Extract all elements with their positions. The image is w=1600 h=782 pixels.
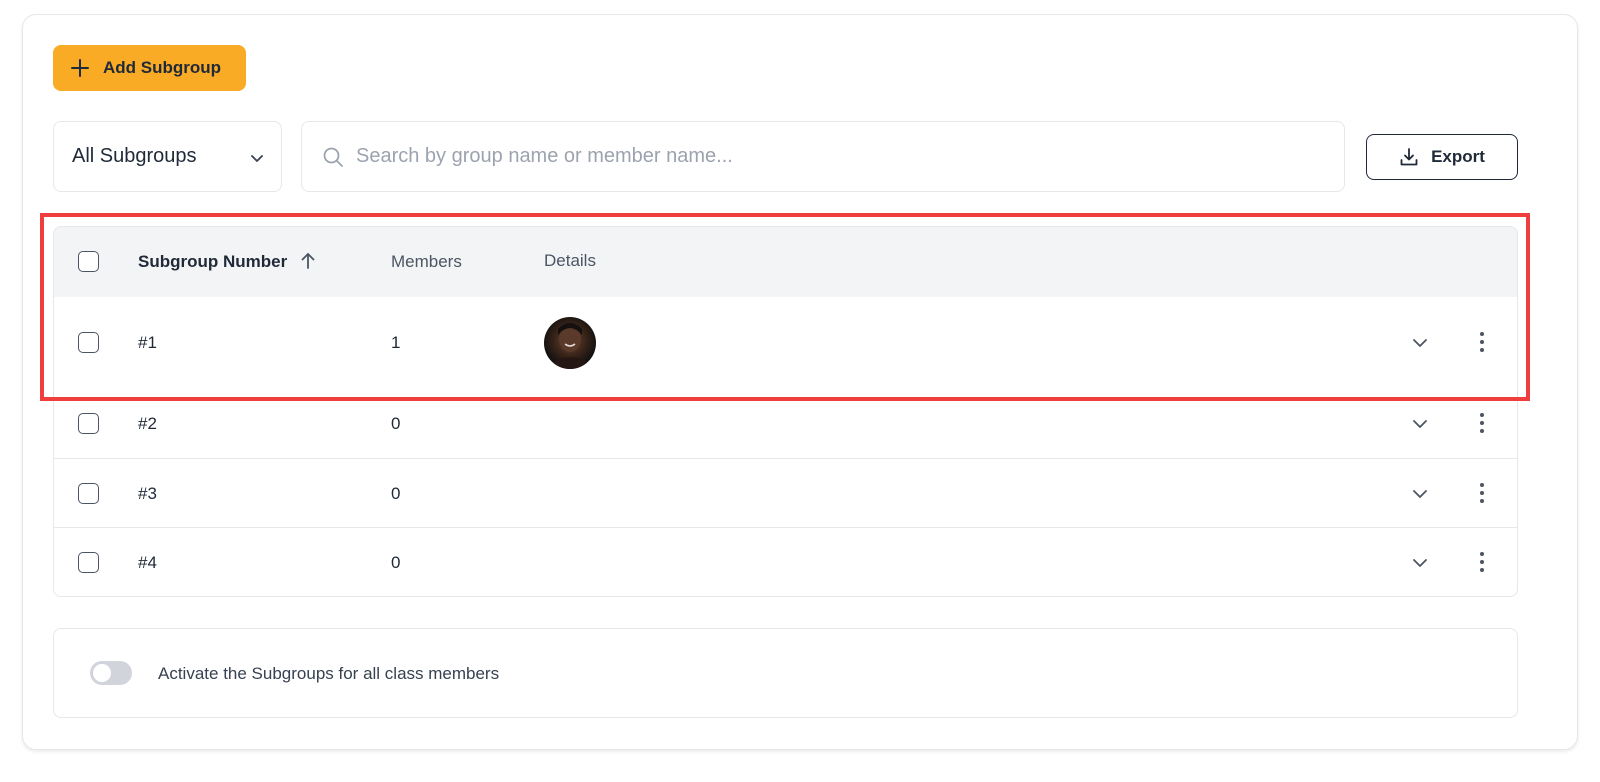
column-header-details: Details <box>544 251 596 270</box>
expand-row-chevron-icon[interactable] <box>1412 335 1428 351</box>
activate-subgroups-toggle[interactable] <box>90 661 132 685</box>
search-input[interactable] <box>356 145 1316 168</box>
column-header-members: Members <box>391 252 462 271</box>
kebab-menu-icon[interactable] <box>1474 413 1490 435</box>
subgroup-number: #3 <box>138 484 157 503</box>
members-count: 1 <box>391 333 401 352</box>
subgroup-number: #4 <box>138 553 157 572</box>
arrow-up-icon[interactable] <box>300 252 316 270</box>
kebab-menu-icon[interactable] <box>1474 483 1490 505</box>
table-header: Subgroup Number Members Details <box>54 227 1517 297</box>
subgroups-table: Subgroup Number Members Details #1 1 #2 … <box>53 226 1518 597</box>
expand-row-chevron-icon[interactable] <box>1412 416 1428 432</box>
row-checkbox[interactable] <box>78 552 99 573</box>
expand-row-chevron-icon[interactable] <box>1412 555 1428 571</box>
search-icon <box>323 147 343 167</box>
export-button[interactable]: Export <box>1366 134 1518 180</box>
members-count: 0 <box>391 553 401 572</box>
chevron-down-icon <box>251 152 263 164</box>
subgroup-number: #1 <box>138 333 157 352</box>
row-checkbox[interactable] <box>78 413 99 434</box>
subgroup-filter-value: All Subgroups <box>72 145 197 167</box>
column-header-subgroup-number[interactable]: Subgroup Number <box>138 252 287 272</box>
avatar <box>544 317 596 369</box>
table-row[interactable]: #4 0 <box>54 527 1517 596</box>
members-count: 0 <box>391 484 401 503</box>
add-subgroup-button[interactable]: Add Subgroup <box>53 45 246 91</box>
row-checkbox[interactable] <box>78 483 99 504</box>
members-count: 0 <box>391 414 401 433</box>
export-label: Export <box>1431 147 1485 166</box>
activation-panel: Activate the Subgroups for all class mem… <box>53 628 1518 718</box>
table-row[interactable]: #2 0 <box>54 389 1517 458</box>
table-row[interactable]: #3 0 <box>54 458 1517 527</box>
subgroup-number: #2 <box>138 414 157 433</box>
add-subgroup-label: Add Subgroup <box>103 58 222 77</box>
activate-subgroups-label: Activate the Subgroups for all class mem… <box>158 664 500 683</box>
row-checkbox[interactable] <box>78 332 99 353</box>
download-icon <box>1400 148 1418 166</box>
kebab-menu-icon[interactable] <box>1474 332 1490 354</box>
toggle-knob <box>93 664 111 682</box>
kebab-menu-icon[interactable] <box>1474 552 1490 574</box>
subgroup-filter-select[interactable]: All Subgroups <box>53 121 282 192</box>
search-box <box>301 121 1345 192</box>
table-row[interactable]: #1 1 <box>54 297 1517 389</box>
expand-row-chevron-icon[interactable] <box>1412 486 1428 502</box>
plus-icon <box>70 58 90 78</box>
select-all-checkbox[interactable] <box>78 251 99 272</box>
